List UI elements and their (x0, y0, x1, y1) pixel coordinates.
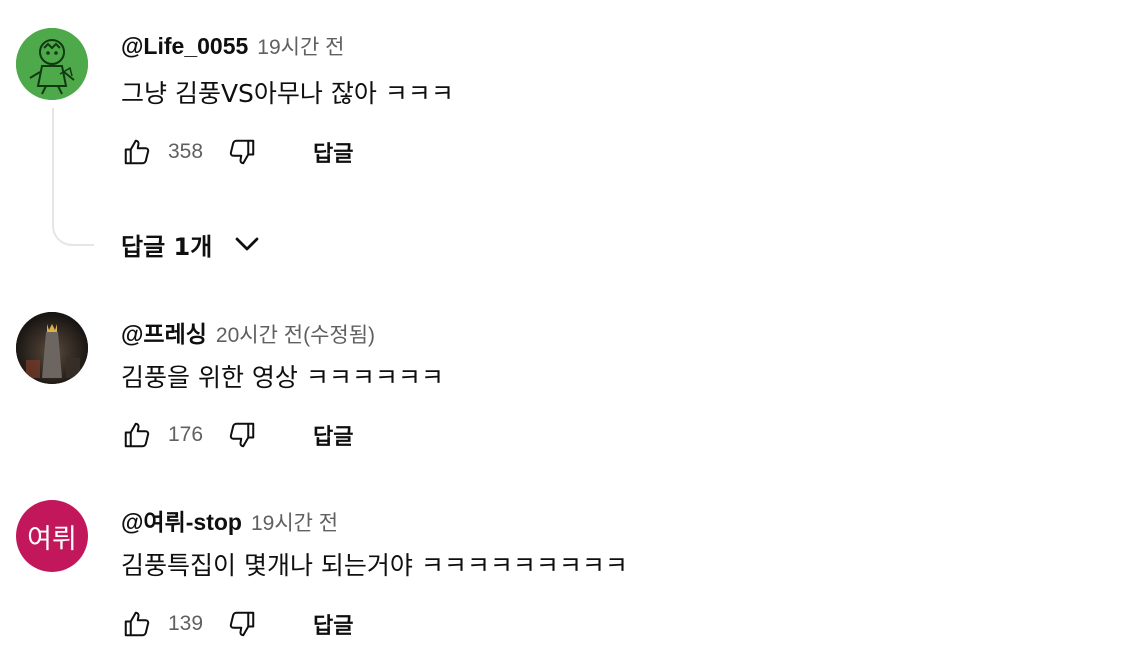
comment-time[interactable]: 19시간 전 (257, 31, 344, 61)
avatar-letter: 여뤼 (27, 523, 77, 555)
comment-time[interactable]: 20시간 전(수정됨) (216, 319, 375, 349)
comment-text: 김풍을 위한 영상 ㅋㅋㅋㅋㅋㅋ (121, 363, 444, 392)
like-count: 139 (168, 612, 204, 635)
dislike-button[interactable] (226, 608, 258, 640)
comment-author[interactable]: @Life_0055 (121, 33, 248, 60)
avatar[interactable] (16, 28, 88, 100)
photo-icon (16, 312, 88, 384)
comment-header: @프레싱 20시간 전(수정됨) (121, 315, 375, 347)
like-button[interactable] (121, 419, 153, 451)
thumbs-down-icon (229, 611, 255, 637)
comment-text: 김풍특집이 몇개나 되는거야 ㅋㅋㅋㅋㅋㅋㅋㅋㅋ (121, 551, 628, 580)
avatar[interactable]: 여뤼 (16, 500, 88, 572)
chevron-down-icon (232, 229, 262, 259)
thumbs-up-icon (124, 422, 150, 448)
dislike-button[interactable] (226, 136, 258, 168)
reply-button[interactable]: 답글 (313, 419, 353, 451)
comment-actions: 358 답글 (121, 135, 353, 169)
like-count: 358 (168, 140, 204, 163)
comment-author[interactable]: @프레싱 (121, 315, 207, 349)
replies-count-label: 답글 1개 (121, 232, 213, 261)
thumbs-up-icon (124, 139, 150, 165)
comment-time[interactable]: 19시간 전 (251, 507, 338, 537)
thumbs-down-icon (229, 422, 255, 448)
comment-header: @여뤼-stop 19시간 전 (121, 503, 338, 535)
reply-button[interactable]: 답글 (313, 608, 353, 640)
comment-header: @Life_0055 19시간 전 (121, 31, 344, 61)
like-count: 176 (168, 423, 204, 446)
avatar[interactable] (16, 312, 88, 384)
like-button[interactable] (121, 136, 153, 168)
thumbs-up-icon (124, 611, 150, 637)
comment-author[interactable]: @여뤼-stop (121, 503, 242, 537)
view-replies-button[interactable]: 답글 1개 (121, 226, 262, 262)
thread-connector (52, 108, 94, 246)
reply-button[interactable]: 답글 (313, 136, 353, 168)
comment-actions: 176 답글 (121, 418, 353, 452)
dislike-button[interactable] (226, 419, 258, 451)
comment-text: 그냥 김풍VS아무나 잖아 ㅋㅋㅋ (121, 79, 454, 108)
like-button[interactable] (121, 608, 153, 640)
drawing-icon (16, 28, 88, 100)
comment-actions: 139 답글 (121, 607, 353, 641)
thumbs-down-icon (229, 139, 255, 165)
